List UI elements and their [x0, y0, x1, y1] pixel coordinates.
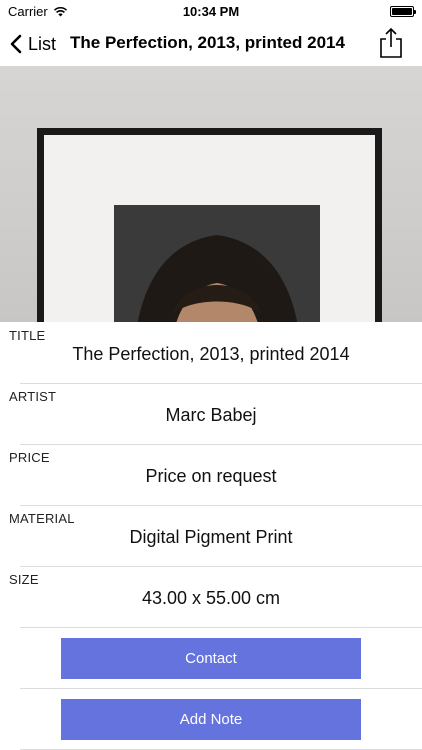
detail-row-size: SIZE 43.00 x 55.00 cm — [0, 566, 422, 627]
price-value: Price on request — [145, 466, 277, 486]
contact-button[interactable]: Contact — [61, 638, 361, 679]
page-title: The Perfection, 2013, printed 2014 — [70, 33, 345, 52]
size-value: 43.00 x 55.00 cm — [141, 588, 281, 608]
price-label: PRICE — [9, 450, 50, 465]
detail-row-material: MATERIAL Digital Pigment Print — [0, 505, 422, 566]
battery-fill — [392, 8, 412, 15]
size-label: SIZE — [9, 572, 39, 587]
back-button[interactable]: List — [10, 31, 56, 57]
status-bar: Carrier 10:34 PM — [0, 0, 422, 22]
status-time: 10:34 PM — [182, 4, 240, 19]
material-label: MATERIAL — [9, 511, 75, 526]
artist-value: Marc Babej — [165, 405, 257, 425]
battery-icon — [390, 6, 416, 17]
artwork-photo — [0, 66, 422, 322]
navigation-bar: List The Perfection, 2013, printed 2014 — [0, 22, 422, 66]
picture-mat — [44, 135, 375, 322]
chevron-left-icon — [10, 34, 22, 54]
add-note-row: Add Note — [0, 688, 422, 749]
title-value: The Perfection, 2013, printed 2014 — [72, 344, 350, 364]
artwork-detail-screen: Carrier 10:34 PM List The Perfection, 20… — [0, 0, 422, 750]
portrait-print — [114, 205, 320, 322]
contact-row: Contact — [0, 627, 422, 688]
back-button-label: List — [28, 33, 57, 54]
material-value: Digital Pigment Print — [129, 527, 293, 547]
title-label: TITLE — [9, 328, 46, 343]
artist-label: ARTIST — [9, 389, 57, 404]
detail-row-price: PRICE Price on request — [0, 444, 422, 505]
picture-frame — [37, 128, 382, 322]
detail-row-artist: ARTIST Marc Babej — [0, 383, 422, 444]
share-icon[interactable] — [378, 27, 404, 59]
add-note-button[interactable]: Add Note — [61, 699, 361, 740]
detail-row-title: TITLE The Perfection, 2013, printed 2014 — [0, 322, 422, 383]
